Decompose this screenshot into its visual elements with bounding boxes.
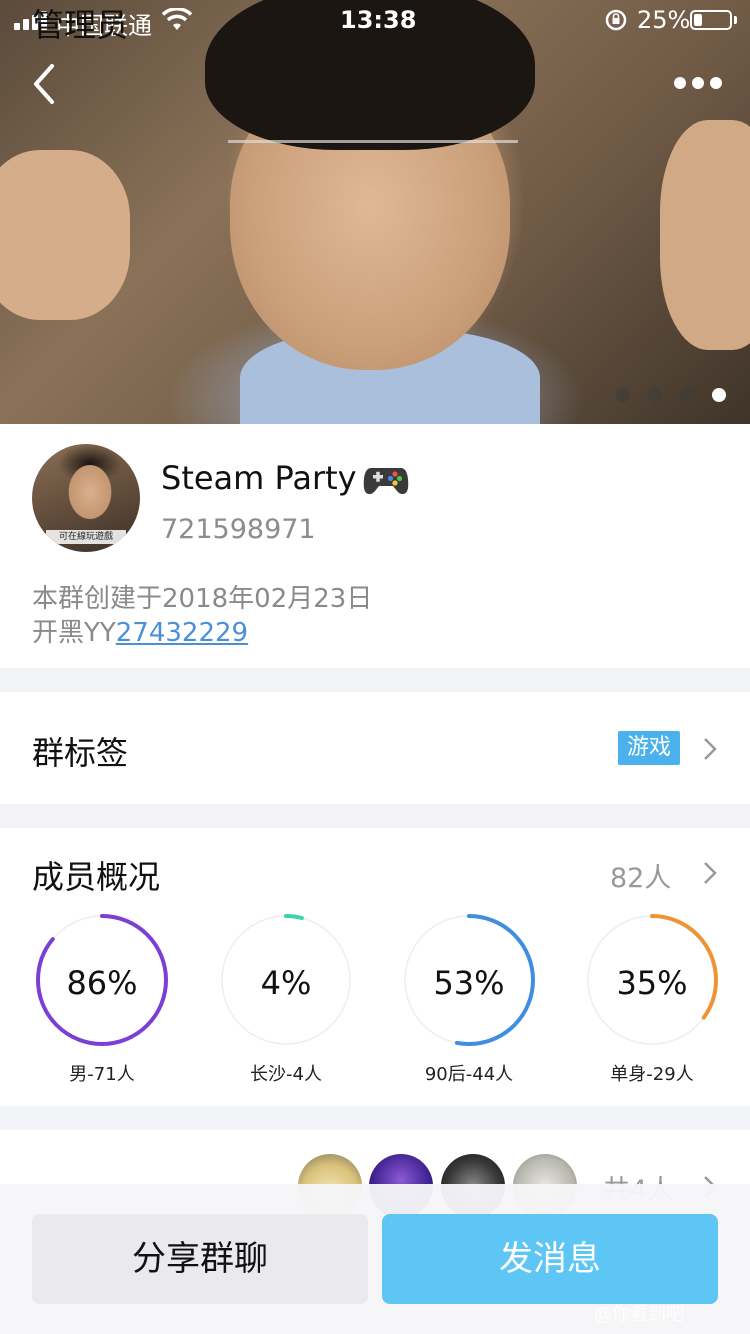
cover-page-indicator [614,386,734,402]
admins-title: 管理员 [32,6,129,44]
group-name-row: Steam Party [161,458,409,498]
group-description: 开黑YY27432229 [32,612,248,649]
group-id[interactable]: 721598971 [161,514,316,545]
group-tags-title: 群标签 [32,734,129,772]
member-stat-label: 男-71人 [69,1064,135,1085]
member-stat-percentage: 53% [433,964,505,1002]
member-stat-label: 单身-29人 [610,1064,694,1085]
yy-prefix: 开黑YY [32,618,116,648]
group-name: Steam Party [161,459,357,497]
chevron-right-icon [704,862,717,884]
group-tag-badge: 游戏 [618,731,681,765]
share-group-button[interactable]: 分享群聊 [32,1214,368,1304]
more-options-icon[interactable] [674,74,722,92]
members-overview-title: 成员概况 [32,858,161,896]
battery-icon [690,10,732,30]
back-icon[interactable] [28,62,68,106]
yy-number-link[interactable]: 27432229 [116,618,248,648]
member-stat-label: 90后-44人 [424,1064,514,1085]
member-stat-percentage: 35% [616,964,688,1002]
wifi-icon [162,8,192,30]
rotation-lock-icon [605,9,627,31]
clock-time: 13:38 [340,6,417,34]
send-message-button[interactable]: 发消息 [382,1214,718,1304]
group-avatar[interactable]: 可在線玩遊戲 [32,444,140,552]
member-stat-percentage: 4% [260,964,312,1002]
cover-photo-hand-left [0,150,130,320]
group-cover-photo[interactable] [0,0,750,424]
avatar-caption: 可在線玩遊戲 [46,530,126,544]
member-stat-label: 长沙-4人 [250,1064,322,1085]
battery-tip [734,16,737,24]
gamepad-icon [363,468,408,495]
member-stat-percentage: 86% [66,964,138,1002]
group-created-date: 本群创建于2018年02月23日 [32,584,373,614]
watermark: @你看到吧 [594,1304,684,1325]
cover-photo-hand-right [660,120,750,350]
battery-percentage: 25% [637,6,691,34]
chevron-right-icon [704,738,717,760]
member-count: 82人 [610,863,672,894]
cover-photo-glasses [228,140,518,199]
